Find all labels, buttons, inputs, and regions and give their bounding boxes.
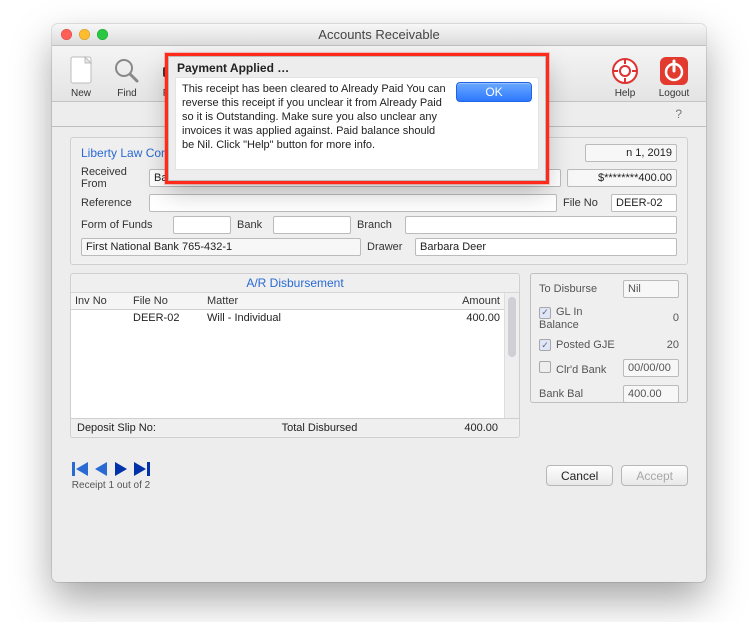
nav-prev-button[interactable] bbox=[92, 460, 110, 478]
row-matter: Will - Individual bbox=[203, 310, 438, 326]
toolbar-help[interactable]: Help bbox=[602, 54, 648, 99]
toolbar-find[interactable]: Find bbox=[104, 54, 150, 99]
gl-in-balance-value: 0 bbox=[624, 312, 679, 324]
magnifier-icon bbox=[104, 54, 150, 88]
col-inv-no: Inv No bbox=[71, 293, 129, 309]
row-amount: 400.00 bbox=[438, 310, 504, 326]
deposit-slip-no-label: Deposit Slip No: bbox=[77, 422, 207, 434]
bank-label: Bank bbox=[237, 219, 267, 231]
record-nav bbox=[70, 460, 152, 478]
form-of-funds-label: Form of Funds bbox=[81, 219, 167, 231]
new-document-icon bbox=[58, 54, 104, 88]
col-amount: Amount bbox=[438, 293, 504, 309]
col-file-no: File No bbox=[129, 293, 203, 309]
toolbar-logout[interactable]: Logout bbox=[648, 54, 700, 99]
clrd-bank-label: Clr'd Bank bbox=[556, 364, 606, 376]
drawer-field[interactable]: Barbara Deer bbox=[415, 238, 677, 256]
window-title: Accounts Receivable bbox=[52, 27, 706, 42]
table-row[interactable]: DEER-02 Will - Individual 400.00 bbox=[71, 310, 504, 326]
amount-field: $********400.00 bbox=[567, 169, 677, 187]
help-lifebuoy-icon bbox=[602, 54, 648, 88]
file-no-field[interactable]: DEER-02 bbox=[611, 194, 677, 212]
side-status-panel: To Disburse Nil ✓GL In Balance 0 ✓Posted… bbox=[530, 273, 688, 403]
payment-applied-dialog: Payment Applied … This receipt has been … bbox=[168, 56, 546, 181]
help-indicator-icon[interactable]: ? bbox=[675, 107, 682, 121]
total-disbursed-value: 400.00 bbox=[432, 422, 498, 434]
toolbar-logout-label: Logout bbox=[648, 88, 700, 99]
bank-bal-value: 400.00 bbox=[623, 385, 679, 403]
titlebar: Accounts Receivable bbox=[52, 24, 706, 46]
toolbar-help-label: Help bbox=[602, 88, 648, 99]
posted-gje-checkbox: ✓ bbox=[539, 339, 551, 351]
form-of-funds-field[interactable] bbox=[173, 216, 231, 234]
toolbar-find-label: Find bbox=[104, 88, 150, 99]
row-file-no: DEER-02 bbox=[129, 310, 203, 326]
reference-label: Reference bbox=[81, 197, 143, 209]
received-from-label: Received From bbox=[81, 166, 143, 190]
logout-power-icon bbox=[648, 54, 700, 88]
drawer-label: Drawer bbox=[367, 241, 409, 253]
bank-field[interactable] bbox=[273, 216, 351, 234]
toolbar-new[interactable]: New bbox=[58, 54, 104, 99]
bank-bal-label: Bank Bal bbox=[539, 388, 583, 400]
cancel-button[interactable]: Cancel bbox=[546, 465, 613, 486]
total-disbursed-label: Total Disbursed bbox=[207, 422, 432, 434]
dialog-body-text: This receipt has been cleared to Already… bbox=[182, 83, 446, 151]
posted-gje-label: Posted GJE bbox=[556, 339, 615, 351]
dialog-title: Payment Applied … bbox=[169, 57, 545, 77]
bank-account-field: First National Bank 765-432-1 bbox=[81, 238, 361, 256]
nav-first-button[interactable] bbox=[70, 460, 90, 478]
col-matter: Matter bbox=[203, 293, 438, 309]
gl-in-balance-checkbox: ✓ bbox=[539, 307, 551, 319]
file-no-label: File No bbox=[563, 197, 605, 209]
clrd-bank-value: 00/00/00 bbox=[623, 359, 679, 377]
to-disburse-label: To Disburse bbox=[539, 283, 597, 295]
table-vertical-scrollbar[interactable] bbox=[504, 293, 519, 418]
accept-button: Accept bbox=[621, 465, 688, 486]
disbursement-title: A/R Disbursement bbox=[71, 274, 519, 293]
reference-field[interactable] bbox=[149, 194, 557, 212]
branch-label: Branch bbox=[357, 219, 399, 231]
receipt-date-field: n 1, 2019 bbox=[585, 144, 677, 162]
dialog-ok-button[interactable]: OK bbox=[456, 82, 532, 102]
branch-field[interactable] bbox=[405, 216, 677, 234]
to-disburse-value: Nil bbox=[623, 280, 679, 298]
nav-next-button[interactable] bbox=[112, 460, 130, 478]
clrd-bank-checkbox bbox=[539, 361, 551, 373]
toolbar-new-label: New bbox=[58, 88, 104, 99]
nav-last-button[interactable] bbox=[132, 460, 152, 478]
record-position: Receipt 1 out of 2 bbox=[72, 480, 150, 491]
disbursement-panel: A/R Disbursement Inv No File No Matter A… bbox=[70, 273, 520, 438]
posted-gje-value: 20 bbox=[623, 339, 679, 351]
